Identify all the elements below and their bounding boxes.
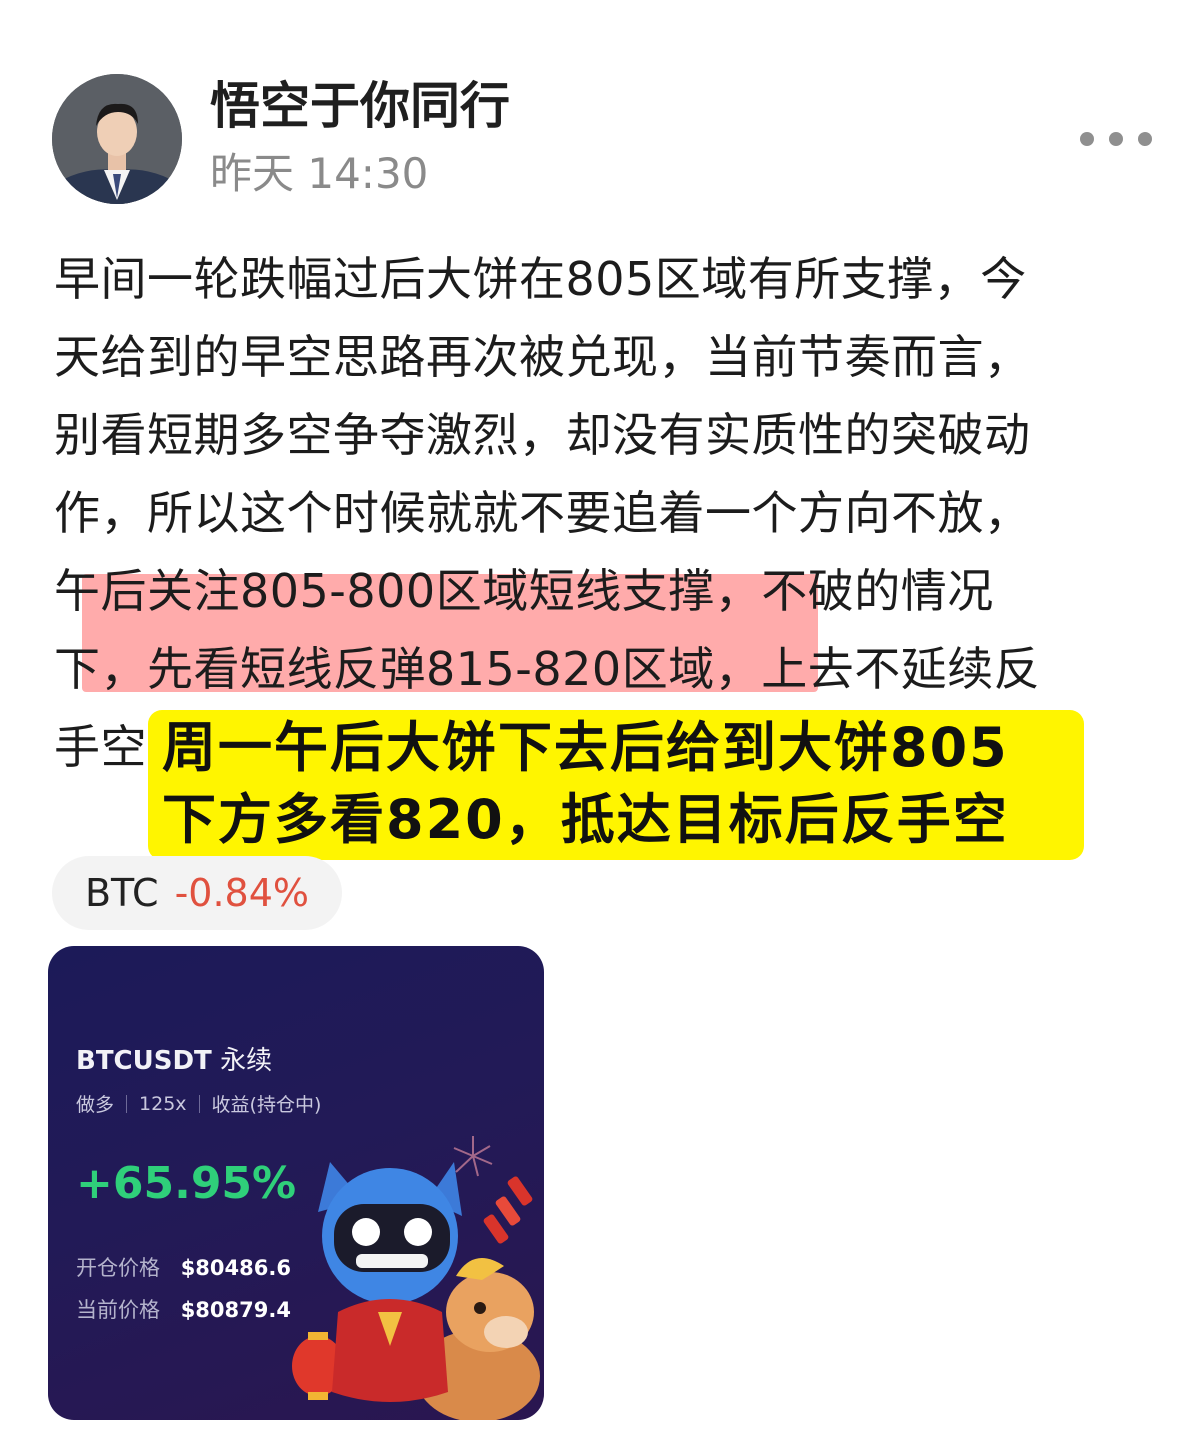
- sticker-line: 下方多看820，抵达目标后反手空: [162, 788, 1009, 851]
- entry-price-value: $80486.6: [180, 1256, 291, 1280]
- post-time: 昨天 14:30: [210, 149, 429, 198]
- card-title: BTCUSDT 永续: [76, 1040, 272, 1077]
- firework-icon: [453, 1136, 493, 1177]
- card-meta: 做多 125x 收益(持仓中): [76, 1090, 321, 1117]
- post-body: 早间一轮跌幅过后大饼在805区域有所支撑，今 天给到的早空思路再次被兑现，当前节…: [54, 240, 1154, 786]
- card-current-row: 当前价格 $80879.4: [76, 1294, 291, 1324]
- post-line: 作，所以这个时候就就不要追着一个方向不放，: [54, 486, 1031, 540]
- user-avatar-image: [52, 74, 182, 204]
- divider: [126, 1094, 128, 1113]
- card-entry-row: 开仓价格 $80486.6: [76, 1252, 291, 1282]
- card-side: 做多: [76, 1094, 115, 1116]
- ticker-chip[interactable]: BTC -0.84%: [52, 856, 342, 930]
- card-status: 收益(持仓中): [211, 1094, 322, 1116]
- card-leverage: 125x: [139, 1092, 187, 1115]
- more-button[interactable]: [1080, 122, 1152, 156]
- more-dots-icon: [1138, 132, 1152, 146]
- avatar[interactable]: [52, 74, 182, 204]
- current-price-label: 当前价格: [76, 1298, 160, 1322]
- ticker-symbol: BTC: [84, 871, 159, 915]
- post-line: 午后关注805-800区域短线支撑，不破的情况: [54, 564, 994, 618]
- mascot-illustration: [292, 1136, 540, 1420]
- entry-price-label: 开仓价格: [76, 1256, 160, 1280]
- more-dots-icon: [1080, 132, 1094, 146]
- card-pnl: +65.95%: [76, 1158, 297, 1209]
- card-contract: 永续: [220, 1046, 273, 1076]
- cat-mascot-icon: [318, 1162, 462, 1402]
- card-pair: BTCUSDT: [76, 1046, 212, 1076]
- username[interactable]: 悟空于你同行: [210, 76, 510, 136]
- ticker-change: -0.84%: [174, 871, 310, 915]
- divider: [198, 1094, 200, 1113]
- post-line: 别看短期多空争夺激烈，却没有实质性的突破动: [54, 408, 1031, 462]
- post-line: 下，先看短线反弹815-820区域，上去不延续反: [54, 642, 1041, 696]
- more-dots-icon: [1109, 132, 1123, 146]
- firecracker-icon: [483, 1176, 533, 1244]
- current-price-value: $80879.4: [180, 1298, 291, 1322]
- position-card-image[interactable]: BTCUSDT 永续 做多 125x 收益(持仓中) +65.95% 开仓价格 …: [48, 946, 544, 1420]
- sticker-line: 周一午后大饼下去后给到大饼805: [162, 716, 1009, 779]
- post-line: 天给到的早空思路再次被兑现，当前节奏而言，: [54, 330, 1031, 384]
- post-line: 早间一轮跌幅过后大饼在805区域有所支撑，今: [54, 252, 1027, 306]
- caption-sticker-text: 周一午后大饼下去后给到大饼805 下方多看820，抵达目标后反手空: [162, 712, 1082, 856]
